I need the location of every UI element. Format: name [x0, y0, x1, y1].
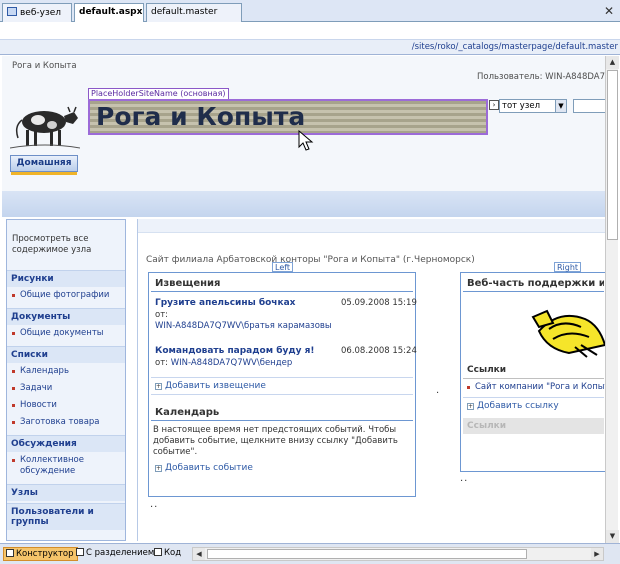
view-all-content-link[interactable]: Просмотреть все содержимое узла: [7, 220, 125, 266]
top-nav-band: [2, 191, 605, 217]
web-part-zone-right: Веб-часть поддержки из Ссылки Сайт компа…: [460, 272, 615, 472]
vertical-scrollbar[interactable]: ▲ ▼: [605, 56, 619, 543]
divider: [151, 394, 413, 395]
tab-web-site[interactable]: веб-узел: [2, 3, 72, 22]
nav-head-pictures[interactable]: Рисунки: [7, 270, 125, 287]
placeholder-site-name[interactable]: Рога и Копыта: [88, 99, 488, 135]
zone-end-marker: ..: [460, 473, 469, 484]
nav-head-lists[interactable]: Списки: [7, 346, 125, 363]
scroll-thumb[interactable]: [607, 70, 618, 240]
announcements-title[interactable]: Извещения: [151, 276, 413, 292]
chevron-right-icon[interactable]: ›: [489, 100, 499, 110]
scroll-right-icon[interactable]: ▶: [591, 548, 603, 560]
add-link-link[interactable]: + Добавить ссылку: [461, 398, 606, 414]
announcement-author-link[interactable]: WIN-A848DA7Q7WV\братья карамазовы: [155, 321, 332, 331]
mouse-cursor-icon: [298, 130, 314, 151]
nav-head-people-groups[interactable]: Пользователи и группы: [7, 503, 125, 530]
close-icon[interactable]: ✕: [604, 4, 614, 18]
scroll-left-icon[interactable]: ◀: [193, 548, 205, 560]
design-view-button[interactable]: Конструктор: [3, 547, 78, 561]
placeholder-site-name-label: PlaceHolderSiteName (основная): [88, 88, 229, 99]
document-tab-bar: веб-узел default.aspx default.master ✕: [0, 0, 620, 23]
nav-head-discussions[interactable]: Обсуждения: [7, 435, 125, 452]
link-item[interactable]: Сайт компании "Рога и Копыта: [461, 379, 615, 395]
nav-item-shared-documents[interactable]: Общие документы: [7, 325, 125, 342]
cow-logo: [10, 106, 80, 149]
zone-label-left: Left: [272, 262, 294, 272]
announcement-author-link[interactable]: WIN-A848DA7Q7WV\бендер: [171, 358, 293, 368]
chevron-down-icon: ▼: [555, 100, 566, 112]
search-input[interactable]: [573, 99, 607, 113]
support-web-part-title[interactable]: Веб-часть поддержки из: [463, 276, 604, 292]
site-title[interactable]: Рога и Копыта: [96, 102, 305, 131]
web-part-zone-left: Извещения Грузите апельсины бочках 05.09…: [148, 272, 417, 497]
design-ruler: [0, 22, 620, 40]
nav-item-tasks[interactable]: Задачи: [7, 380, 125, 397]
links-footer-bar: Ссылки: [463, 418, 604, 434]
scroll-up-icon[interactable]: ▲: [606, 56, 619, 69]
main-content: Сайт филиала Арбатовской конторы "Рога и…: [137, 219, 615, 541]
horizontal-scrollbar[interactable]: ◀ ▶: [192, 547, 604, 561]
zone-label-right: Right: [554, 262, 582, 272]
announcement-by: от: WIN-A848DA7Q7WV\бендер: [155, 358, 293, 368]
calendar-title[interactable]: Календарь: [151, 405, 413, 421]
main-top-strip: [138, 219, 606, 233]
nav-item-shared-photos[interactable]: Общие фотографии: [7, 287, 125, 304]
split-view-button[interactable]: С разделением: [74, 547, 157, 561]
announcement-by: от: WIN-A848DA7Q7WV\братья карамазовы: [155, 310, 332, 331]
site-description: Сайт филиала Арбатовской конторы "Рога и…: [146, 255, 475, 265]
announcement-date: 05.09.2008 15:19: [341, 298, 417, 308]
list-item: Командовать парадом буду я! 06.08.2008 1…: [155, 346, 417, 358]
list-item: Грузите апельсины бочках 05.09.2008 15:1…: [155, 298, 417, 310]
view-switcher-bar: Конструктор С разделением Код ◀ ▶: [0, 543, 620, 564]
page-header: Рога и Копыта Пользователь: WIN-A848DA7 …: [2, 56, 607, 191]
nav-item-goods[interactable]: Заготовка товара: [7, 414, 125, 431]
user-menu[interactable]: Пользователь: WIN-A848DA7: [477, 72, 605, 82]
calendar-empty-text: В настоящее время нет предстоящих событи…: [153, 425, 398, 457]
announcement-title-link[interactable]: Командовать парадом буду я!: [155, 346, 315, 356]
nav-head-documents[interactable]: Документы: [7, 308, 125, 325]
nav-item-news[interactable]: Новости: [7, 397, 125, 414]
tab-default-master[interactable]: default.master: [146, 3, 242, 22]
code-view-button[interactable]: Код: [152, 547, 184, 561]
add-announcement-link[interactable]: + Добавить извещение: [149, 378, 415, 394]
add-icon: +: [155, 383, 162, 390]
nav-head-sites[interactable]: Узлы: [7, 484, 125, 501]
support-image: [531, 309, 607, 358]
links-title[interactable]: Ссылки: [463, 362, 604, 379]
zone-end-marker: .: [436, 385, 441, 396]
zone-end-marker: ..: [150, 499, 159, 510]
search-scope-select[interactable]: тот узел ▼: [499, 99, 567, 113]
scroll-thumb[interactable]: [207, 549, 527, 559]
scroll-down-icon[interactable]: ▼: [606, 530, 619, 543]
announcement-title-link[interactable]: Грузите апельсины бочках: [155, 298, 295, 308]
announcements-list: Грузите апельсины бочках 05.09.2008 15:1…: [149, 292, 417, 369]
code-view-icon: [154, 548, 162, 556]
add-icon: +: [467, 403, 474, 410]
add-icon: +: [155, 465, 162, 472]
master-page-path: /sites/roko/_catalogs/masterpage/default…: [0, 40, 620, 55]
quick-launch: Просмотреть все содержимое узла Рисунки …: [6, 219, 126, 541]
tab-home[interactable]: Домашняя: [10, 155, 78, 175]
nav-item-calendar[interactable]: Календарь: [7, 363, 125, 380]
nav-item-team-discussion[interactable]: Коллективное обсуждение: [7, 452, 125, 480]
announcement-date: 06.08.2008 15:24: [341, 346, 417, 356]
site-icon: [7, 7, 17, 16]
tab-default-aspx[interactable]: default.aspx: [74, 3, 144, 23]
split-view-icon: [76, 548, 84, 556]
add-event-link[interactable]: + Добавить событие: [149, 460, 415, 476]
breadcrumb[interactable]: Рога и Копыта: [12, 61, 77, 71]
design-view-icon: [6, 549, 14, 557]
